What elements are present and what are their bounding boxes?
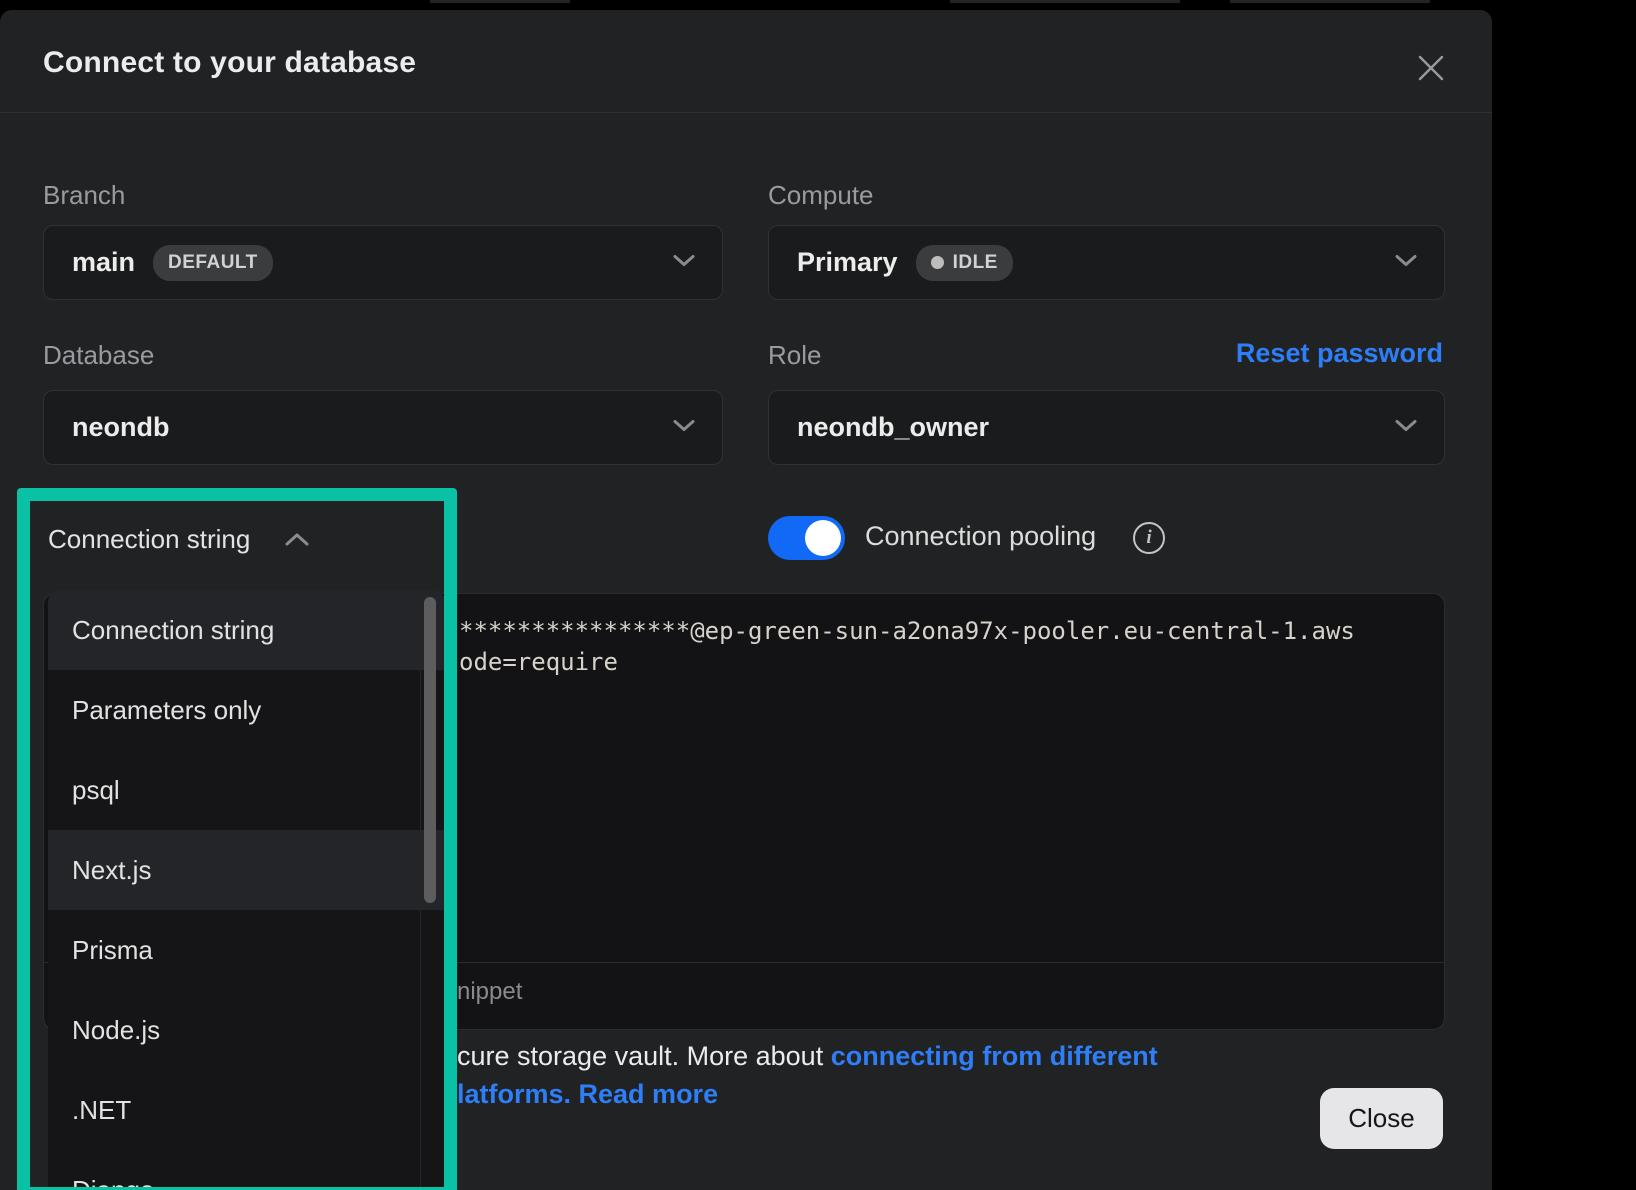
- role-value: neondb_owner: [797, 412, 989, 443]
- idle-badge-label: IDLE: [953, 252, 998, 274]
- footer-note-line2: latforms. Read more: [457, 1079, 718, 1110]
- option-nodejs[interactable]: Node.js: [48, 990, 445, 1070]
- connection-string-section-toggle[interactable]: Connection string: [48, 524, 310, 555]
- role-label: Role: [768, 340, 821, 371]
- link-connecting-platforms[interactable]: connecting from different: [831, 1041, 1158, 1071]
- option-parameters-only[interactable]: Parameters only: [48, 670, 445, 750]
- code-line-2: ode=require: [459, 648, 618, 676]
- chevron-down-icon: [672, 253, 696, 272]
- database-label: Database: [43, 340, 154, 371]
- modal-header: Connect to your database: [0, 10, 1492, 113]
- connection-pooling-toggle[interactable]: [768, 516, 845, 560]
- connection-string-section-label: Connection string: [48, 524, 250, 555]
- top-edge-remnant: [1230, 0, 1430, 3]
- chevron-down-icon: [672, 418, 696, 437]
- compute-label: Compute: [768, 180, 874, 211]
- chevron-down-icon: [1394, 418, 1418, 437]
- branch-value: main: [72, 247, 135, 278]
- info-icon[interactable]: i: [1133, 522, 1165, 554]
- option-connection-string[interactable]: Connection string: [48, 590, 445, 670]
- idle-dot-icon: [931, 256, 944, 269]
- option-django[interactable]: Django: [48, 1150, 445, 1187]
- toggle-knob: [805, 520, 841, 556]
- connection-type-listbox: Connection string Parameters only psql N…: [48, 590, 445, 1187]
- default-badge: DEFAULT: [153, 245, 273, 281]
- top-edge-remnant: [950, 0, 1180, 3]
- database-value: neondb: [72, 412, 169, 443]
- top-edge-remnant: [430, 0, 570, 3]
- screen: Connect to your database Branch main DEF…: [0, 0, 1636, 1190]
- page-title: Connect to your database: [43, 46, 416, 80]
- compute-value: Primary: [797, 247, 898, 278]
- listbox-scrollbar-thumb[interactable]: [424, 597, 436, 903]
- idle-badge: IDLE: [916, 245, 1013, 281]
- link-connecting-platforms-cont[interactable]: latforms.: [457, 1079, 579, 1109]
- close-icon[interactable]: [1409, 46, 1453, 90]
- compute-select[interactable]: Primary IDLE: [768, 225, 1445, 300]
- close-button[interactable]: Close: [1320, 1088, 1443, 1149]
- branch-label: Branch: [43, 180, 125, 211]
- copy-snippet-button[interactable]: nippet: [457, 978, 522, 1006]
- option-prisma[interactable]: Prisma: [48, 910, 445, 990]
- database-select[interactable]: neondb: [43, 390, 723, 465]
- option-nextjs[interactable]: Next.js: [48, 830, 445, 910]
- listbox-scrollbar: [420, 590, 437, 1187]
- footer-note-text: cure storage vault. More about: [457, 1041, 831, 1071]
- chevron-down-icon: [1394, 253, 1418, 272]
- role-select[interactable]: neondb_owner: [768, 390, 1445, 465]
- branch-select[interactable]: main DEFAULT: [43, 225, 723, 300]
- chevron-up-icon: [284, 532, 310, 547]
- footer-note-line1: cure storage vault. More about connectin…: [457, 1041, 1158, 1072]
- option-dotnet[interactable]: .NET: [48, 1070, 445, 1150]
- reset-password-link[interactable]: Reset password: [1236, 338, 1443, 369]
- connection-pooling-label: Connection pooling: [865, 521, 1096, 552]
- connection-string-text: ****************@ep-green-sun-a2ona97x-p…: [459, 616, 1355, 678]
- option-psql[interactable]: psql: [48, 750, 445, 830]
- code-line-1: ****************@ep-green-sun-a2ona97x-p…: [459, 617, 1355, 645]
- link-read-more[interactable]: Read more: [579, 1079, 719, 1109]
- connect-database-modal: Connect to your database Branch main DEF…: [0, 10, 1492, 1190]
